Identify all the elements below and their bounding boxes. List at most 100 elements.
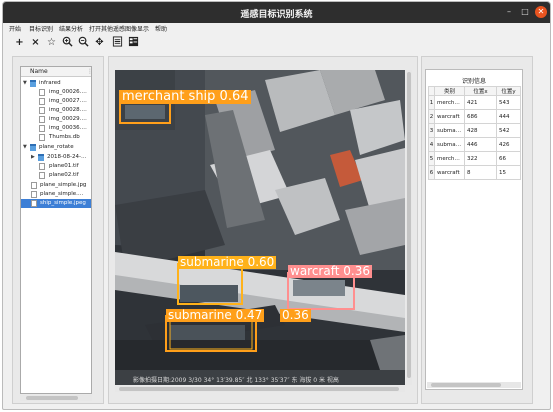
column-header[interactable]: 类别 <box>434 86 465 96</box>
zoom-out-icon[interactable] <box>77 36 90 49</box>
scroll-thumb[interactable] <box>407 72 411 378</box>
plus-icon[interactable]: + <box>13 36 26 49</box>
scroll-thumb[interactable] <box>119 387 399 391</box>
tree-item-file[interactable]: img_00028.… <box>21 106 91 115</box>
class-cell[interactable]: warcraft <box>434 165 465 180</box>
recognition-info-panel: 识别信息 类别 位置x 位置y 1 merch… 421 543 2 warcr… <box>425 69 523 390</box>
tree-item-file[interactable]: Thumbs.db <box>21 133 91 142</box>
maximize-button[interactable]: □ <box>519 6 531 18</box>
class-cell[interactable]: merch… <box>434 151 465 166</box>
file-icon <box>31 191 37 198</box>
file-icon <box>39 163 45 170</box>
collapse-arrow-icon[interactable]: ▶ <box>31 153 35 162</box>
tree-item-subfolder[interactable]: ▶ 2018-08-24-… <box>21 153 91 162</box>
close-window-button[interactable]: ✕ <box>535 6 547 18</box>
menu-bar: 开始 目标识别 结果分析 打开其他遥感图像 显示 帮助 <box>3 23 550 34</box>
class-cell[interactable]: subma… <box>434 137 465 152</box>
table-row[interactable]: 3 subma… 428 542 <box>428 123 521 138</box>
toolbar: + × ☆ ✥ <box>3 34 550 52</box>
class-cell[interactable]: subma… <box>434 123 465 138</box>
info-title: 识别信息 <box>461 78 486 85</box>
file-icon <box>39 116 45 123</box>
star-icon[interactable]: ☆ <box>45 36 58 49</box>
file-tree[interactable]: Name ⋮ ▼ infrared img_00026.… img_00027.… <box>20 66 93 394</box>
x-cell[interactable]: 8 <box>464 165 497 180</box>
y-cell[interactable]: 543 <box>496 95 521 110</box>
tree-item-file[interactable]: plane01.tif <box>21 162 91 171</box>
file-icon <box>39 89 45 96</box>
x-cell[interactable]: 446 <box>464 137 497 152</box>
menu-open-other[interactable]: 打开其他遥感图像 <box>89 24 137 33</box>
tree-item-infrared[interactable]: ▼ infrared <box>21 79 91 88</box>
detection-label: warcraft 0.36 <box>288 264 372 278</box>
scroll-thumb[interactable] <box>431 383 501 387</box>
menu-help[interactable]: 帮助 <box>155 24 167 33</box>
table-row[interactable]: 2 warcraft 686 444 <box>428 109 521 124</box>
tree-item-file[interactable]: plane_simple.… <box>21 190 91 199</box>
tree-item-file[interactable]: img_00029.… <box>21 115 91 124</box>
y-cell[interactable]: 542 <box>496 123 521 138</box>
image-caption: 影像拍摄日期:2009 3/30 34° 13′39.85″ 北 133° 35… <box>133 377 339 384</box>
detection-label: 0.36 <box>280 308 311 322</box>
zoom-in-icon[interactable] <box>61 36 74 49</box>
tree-item-selected[interactable]: ship_simple.jpeg <box>21 199 91 208</box>
y-cell[interactable]: 444 <box>496 109 521 124</box>
table-hscrollbar[interactable] <box>427 382 521 388</box>
y-cell[interactable]: 426 <box>496 137 521 152</box>
detection-label: submarine 0.60 <box>178 255 277 269</box>
tree-header: Name ⋮ <box>21 67 93 77</box>
table-row[interactable]: 6 warcraft 8 15 <box>428 165 521 180</box>
folder-icon <box>30 144 36 151</box>
close-icon[interactable]: × <box>29 36 42 49</box>
tree-item-file[interactable]: plane_simple.jpg <box>21 181 91 190</box>
image-hscrollbar[interactable] <box>115 386 405 392</box>
class-cell[interactable]: merch… <box>434 95 465 110</box>
file-icon <box>39 98 45 105</box>
expand-arrow-icon[interactable]: ▼ <box>23 143 27 152</box>
class-cell[interactable]: warcraft <box>434 109 465 124</box>
file-icon <box>31 182 37 189</box>
results-table[interactable]: 类别 位置x 位置y 1 merch… 421 543 2 warcraft 6… <box>428 86 521 180</box>
folder-icon <box>30 80 36 87</box>
file-icon <box>39 125 45 132</box>
menu-start[interactable]: 开始 <box>9 24 21 33</box>
tree-item-file[interactable]: img_00036.… <box>21 124 91 133</box>
table-row[interactable]: 4 subma… 446 426 <box>428 137 521 152</box>
x-cell[interactable]: 421 <box>464 95 497 110</box>
tree-item-plane-rotate[interactable]: ▼ plane_rotate <box>21 143 91 152</box>
detail-icon[interactable] <box>127 36 140 49</box>
menu-detect[interactable]: 目标识别 <box>29 24 53 33</box>
tree-item-file[interactable]: plane02.tif <box>21 171 91 180</box>
table-row[interactable]: 1 merch… 421 543 <box>428 95 521 110</box>
list-icon[interactable] <box>111 36 124 49</box>
file-icon <box>39 172 45 179</box>
y-cell[interactable]: 66 <box>496 151 521 166</box>
table-row[interactable]: 5 merch… 322 66 <box>428 151 521 166</box>
menu-display[interactable]: 显示 <box>137 24 149 33</box>
column-header[interactable]: 位置y <box>496 86 521 96</box>
x-cell[interactable]: 322 <box>464 151 497 166</box>
move-icon[interactable]: ✥ <box>93 36 106 49</box>
image-vscrollbar[interactable] <box>406 70 412 385</box>
folder-icon <box>38 154 44 161</box>
y-cell[interactable]: 15 <box>496 165 521 180</box>
column-header[interactable]: 位置x <box>464 86 497 96</box>
x-cell[interactable]: 686 <box>464 109 497 124</box>
minimize-button[interactable]: – <box>503 6 515 18</box>
window-title: 遥感目标识别系统 <box>240 10 313 20</box>
file-icon <box>39 107 45 114</box>
file-icon <box>39 134 45 141</box>
expand-arrow-icon[interactable]: ▼ <box>23 79 27 88</box>
menu-analysis[interactable]: 结果分析 <box>59 24 83 33</box>
detection-label: submarine 0.47 <box>166 308 265 322</box>
image-viewer[interactable]: merchant ship 0.64 submarine 0.60 warcra… <box>115 70 405 385</box>
tree-item-file[interactable]: img_00026.… <box>21 88 91 97</box>
scroll-thumb[interactable] <box>26 396 78 400</box>
x-cell[interactable]: 428 <box>464 123 497 138</box>
tree-item-file[interactable]: img_00027.… <box>21 97 91 106</box>
remote-sensing-image <box>115 70 405 385</box>
file-icon <box>31 200 37 207</box>
detection-label: merchant ship 0.64 <box>120 89 251 104</box>
tree-hscrollbar[interactable] <box>20 395 92 401</box>
column-resize-handle[interactable]: ⋮ <box>87 68 93 75</box>
